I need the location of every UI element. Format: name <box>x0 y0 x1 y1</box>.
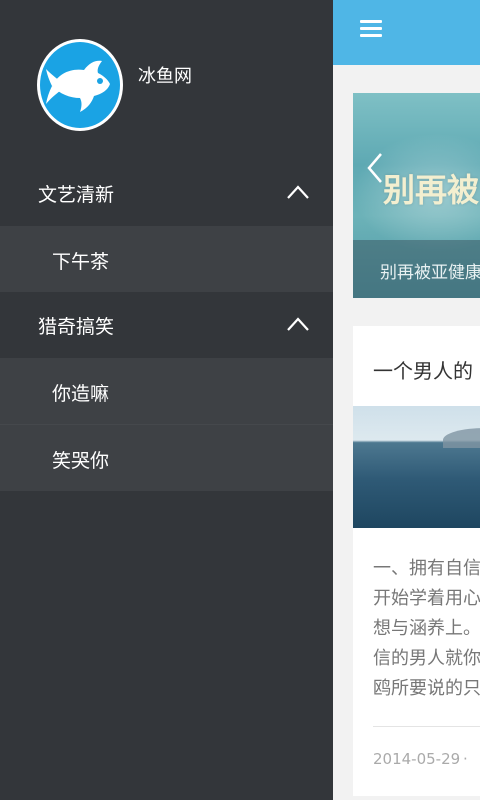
chevron-left-icon[interactable] <box>361 148 391 188</box>
chevron-up-icon <box>286 314 310 334</box>
banner-caption-bar: 别再被亚健康 <box>353 240 480 298</box>
nav-item-nizaoma[interactable]: 你造嘛 <box>0 358 333 424</box>
nav-group-label: 文艺清新 <box>38 184 115 206</box>
nav-group-label: 猎奇搞笑 <box>38 316 115 338</box>
card-divider <box>373 726 480 727</box>
chevron-up-icon <box>286 182 310 202</box>
article-title[interactable]: 一个男人的 <box>373 355 473 384</box>
excerpt-line: 想与涵养上。 <box>373 618 480 639</box>
nav-group-lieqi[interactable]: 猎奇搞笑 <box>0 292 333 358</box>
article-excerpt: 一、拥有自信 开始学着用心 想与涵养上。 信的男人就你 鸥所要说的只 <box>373 554 480 704</box>
article-card[interactable]: 一个男人的 一、拥有自信 开始学着用心 想与涵养上。 信的男人就你 鸥所要说的只… <box>353 326 480 796</box>
excerpt-line: 开始学着用心 <box>373 588 480 609</box>
excerpt-line: 信的男人就你 <box>373 648 480 669</box>
meta-separator: · <box>463 750 468 768</box>
nav-item-label: 你造嘛 <box>52 383 110 405</box>
excerpt-line: 鸥所要说的只 <box>373 678 480 699</box>
excerpt-line: 一、拥有自信 <box>373 558 480 579</box>
nav-item-xiaokuni[interactable]: 笑哭你 <box>0 425 333 491</box>
avatar[interactable] <box>37 39 123 131</box>
banner-headline: 别再被 <box>383 171 480 209</box>
top-app-bar <box>333 0 480 65</box>
site-name: 冰鱼网 <box>138 66 192 87</box>
fish-logo-icon <box>46 60 110 112</box>
banner-caption: 别再被亚健康 <box>380 263 480 283</box>
drawer-header: 冰鱼网 <box>0 0 333 160</box>
nav-item-xiawucha[interactable]: 下午茶 <box>0 226 333 292</box>
navigation-drawer: 冰鱼网 文艺清新 下午茶 猎奇搞笑 你造嘛 笑哭你 <box>0 0 333 800</box>
menu-icon[interactable] <box>360 20 382 40</box>
banner-carousel[interactable]: 别再被 别再被亚健康 <box>353 93 480 298</box>
nav-group-wenyi[interactable]: 文艺清新 <box>0 160 333 226</box>
article-date: 2014-05-29 <box>373 750 461 768</box>
nav-item-label: 下午茶 <box>52 251 110 273</box>
nav-item-label: 笑哭你 <box>52 450 110 472</box>
article-image <box>353 406 480 528</box>
